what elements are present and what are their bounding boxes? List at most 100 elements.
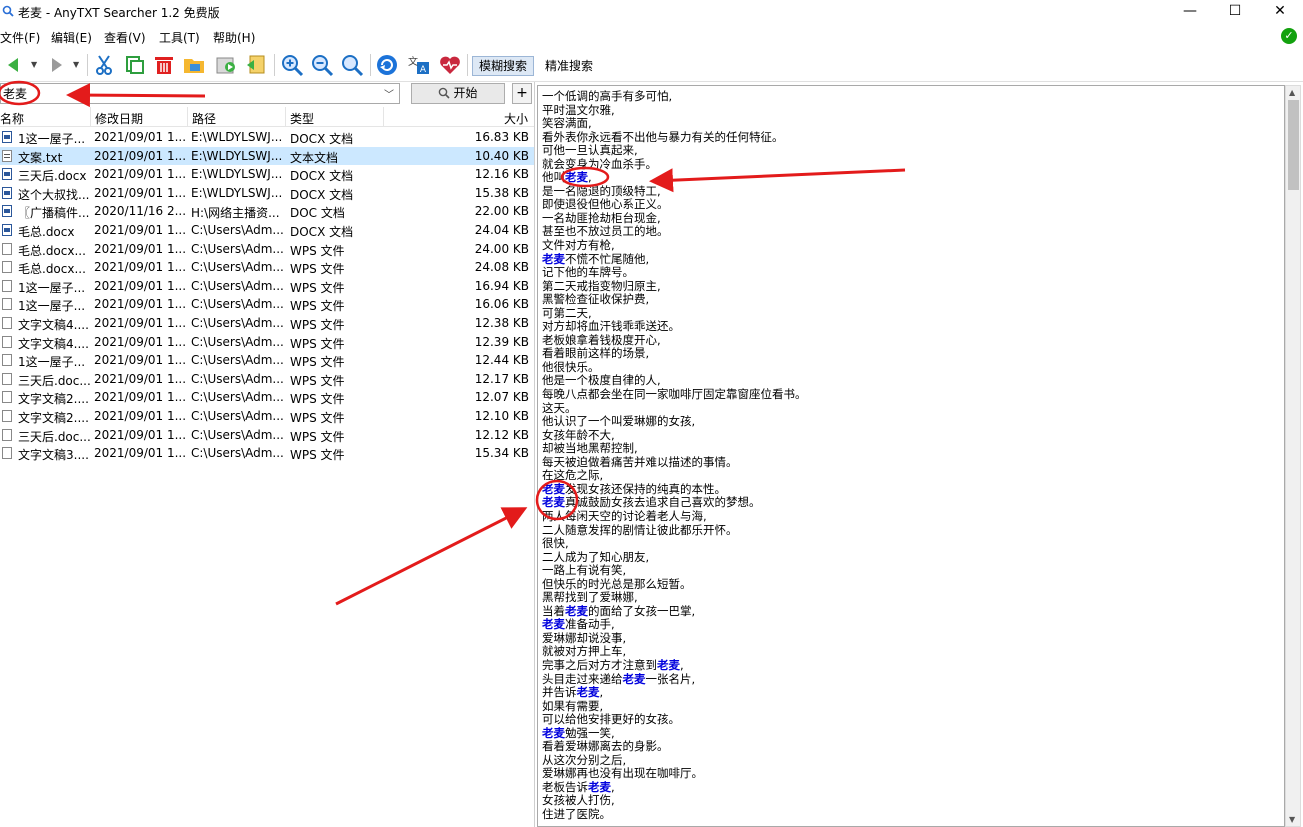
preview-line: 却被当地黑帮控制, [542, 441, 638, 456]
column-header-name[interactable]: 名称 [0, 110, 24, 127]
file-name: 〖广播稿件... [18, 206, 90, 221]
table-row[interactable]: 三天后.docx 2021/09/01 1... E:\WLDYLSWJ... DOC… [0, 165, 534, 184]
window-title: 老麦 - AnyTXT Searcher 1.2 免费版 [18, 6, 220, 20]
column-divider[interactable] [285, 107, 286, 127]
file-path: C:\Users\Adm... [191, 353, 283, 368]
preview-line: 就会变身为冷血杀手。 [542, 156, 657, 171]
preview-line: 每晚八点都会坐在同一家咖啡厅固定靠窗座位看书。 [542, 387, 807, 402]
search-input[interactable] [0, 83, 400, 104]
back-icon[interactable] [4, 53, 22, 77]
column-header-path[interactable]: 路径 [192, 110, 216, 127]
file-size: 22.00 KB [474, 204, 529, 219]
file-size: 12.39 KB [474, 334, 529, 349]
column-divider[interactable] [187, 107, 188, 127]
export-icon[interactable] [214, 53, 238, 77]
import-icon[interactable] [244, 53, 268, 77]
results-table: 名称 修改日期 路径 类型 大小 1这一屋子... 2021/09/01 1...… [0, 107, 534, 827]
table-row[interactable]: 1这一屋子... 2021/09/01 1... C:\Users\Adm... WP… [0, 295, 534, 314]
file-size: 12.07 KB [474, 390, 529, 405]
preview-line: 老板告诉老麦, [542, 779, 615, 794]
delete-icon[interactable] [152, 53, 176, 77]
forward-icon[interactable] [48, 53, 66, 77]
file-path: C:\Users\Adm... [191, 241, 283, 256]
exact-search-button[interactable]: 精准搜索 [538, 56, 600, 76]
file-type: WPS 文件 [290, 336, 345, 351]
minimize-button[interactable]: — [1167, 0, 1213, 24]
cut-icon[interactable] [92, 53, 116, 77]
table-row[interactable]: 1这一屋子... 2021/09/01 1... E:\WLDYLSWJ... DOC… [0, 128, 534, 147]
column-divider[interactable] [383, 107, 384, 127]
zoom-in-icon[interactable] [280, 53, 304, 77]
preview-line: 就被对方押上车, [542, 644, 627, 659]
file-name: 文字文稿2.... [18, 392, 89, 407]
heart-icon[interactable] [438, 53, 462, 77]
folder-icon[interactable] [182, 53, 206, 77]
file-path: C:\Users\Adm... [191, 427, 283, 442]
file-name: 毛总.docx... [18, 243, 86, 258]
preview-line: 完事之后对方才注意到老麦, [542, 657, 684, 672]
preview-scrollbar[interactable]: ▲ ▼ [1285, 85, 1301, 827]
menu-view[interactable]: 查看(V) [104, 29, 146, 46]
start-search-button[interactable]: 开始 [411, 83, 505, 104]
refresh-icon[interactable] [375, 53, 399, 77]
table-row[interactable]: 文字文稿4.... 2021/09/01 1... C:\Users\Adm... W… [0, 333, 534, 352]
menu-tools[interactable]: 工具(T) [159, 29, 200, 46]
table-row[interactable]: 〖广播稿件... 2020/11/16 2... H:\网络主播资... DOC 文档… [0, 202, 534, 221]
file-path: C:\Users\Adm... [191, 260, 283, 275]
zoom-reset-icon[interactable] [340, 53, 364, 77]
pane-splitter[interactable] [534, 82, 535, 827]
back-dropdown-icon[interactable]: ▼ [31, 60, 37, 69]
column-header-size[interactable]: 大小 [504, 110, 528, 127]
preview-pane[interactable]: 一个低调的高手有多可怕, 平时温文尔雅, 笑容满面, 看外表你永远看不出他与暴力有关的… [537, 85, 1285, 827]
file-modified-date: 2021/09/01 1... [94, 278, 187, 293]
file-name: 三天后.doc... [18, 373, 90, 388]
table-row[interactable]: 1这一屋子... 2021/09/01 1... C:\Users\Adm... WP… [0, 277, 534, 296]
preview-line: 住进了医院。 [542, 806, 611, 821]
table-row[interactable]: 毛总.docx 2021/09/01 1... C:\Users\Adm... DOC… [0, 221, 534, 240]
menu-edit[interactable]: 编辑(E) [51, 29, 92, 46]
maximize-button[interactable]: ☐ [1212, 0, 1258, 24]
table-row[interactable]: 毛总.docx... 2021/09/01 1... C:\Users\Adm...… [0, 258, 534, 277]
forward-dropdown-icon[interactable]: ▼ [73, 60, 79, 69]
table-row[interactable]: 三天后.doc... 2021/09/01 1... C:\Users\Adm...… [0, 370, 534, 389]
file-size: 10.40 KB [474, 148, 529, 163]
table-row[interactable]: 三天后.doc... 2021/09/01 1... C:\Users\Adm...… [0, 426, 534, 445]
zoom-out-icon[interactable] [310, 53, 334, 77]
close-button[interactable]: ✕ [1257, 0, 1303, 24]
fuzzy-search-button[interactable]: 模糊搜索 [472, 56, 535, 76]
search-history-dropdown-icon[interactable]: ﹀ [384, 86, 394, 101]
add-search-button[interactable]: + [512, 83, 532, 104]
file-path: C:\Users\Adm... [191, 297, 283, 312]
column-header-date[interactable]: 修改日期 [95, 110, 143, 127]
table-row[interactable]: 毛总.docx... 2021/09/01 1... C:\Users\Adm...… [0, 240, 534, 259]
preview-line: 从这次分别之后, [542, 752, 627, 767]
menu-file[interactable]: 文件(F) [0, 29, 40, 46]
file-modified-date: 2021/09/01 1... [94, 427, 187, 442]
table-row[interactable]: 1这一屋子... 2021/09/01 1... C:\Users\Adm... WP… [0, 351, 534, 370]
table-row[interactable]: 文字文稿3.... 2021/09/01 1... C:\Users\Adm... W… [0, 444, 534, 463]
file-modified-date: 2021/09/01 1... [94, 408, 187, 423]
column-divider[interactable] [90, 107, 91, 127]
table-row[interactable]: 文案.txt 2021/09/01 1... E:\WLDYLSWJ... 文本文档 1… [0, 146, 534, 166]
preview-line: 二人成为了知心朋友, [542, 549, 650, 564]
table-row[interactable]: 文字文稿4.... 2021/09/01 1... C:\Users\Adm... W… [0, 314, 534, 333]
file-name: 文案.txt [18, 150, 63, 165]
highlighted-keyword: 老麦 [542, 481, 565, 496]
copy-icon[interactable] [123, 53, 147, 77]
highlighted-keyword: 老麦 [565, 170, 588, 185]
file-icon [2, 391, 12, 404]
scroll-up-icon[interactable]: ▲ [1289, 88, 1295, 97]
table-row[interactable]: 文字文稿2.... 2021/09/01 1... C:\Users\Adm... W… [0, 407, 534, 426]
translate-icon[interactable]: A 文 [407, 53, 431, 77]
table-row[interactable]: 文字文稿2.... 2021/09/01 1... C:\Users\Adm... W… [0, 388, 534, 407]
preview-line: 甚至也不放过员工的地。 [542, 224, 669, 239]
file-modified-date: 2021/09/01 1... [94, 185, 187, 200]
file-icon [2, 409, 12, 422]
column-header-type[interactable]: 类型 [290, 110, 314, 127]
preview-line: 如果有需要, [542, 698, 604, 713]
table-row[interactable]: 这个大叔找... 2021/09/01 1... E:\WLDYLSWJ... DOC… [0, 184, 534, 203]
file-path: H:\网络主播资... [191, 206, 280, 221]
menu-help[interactable]: 帮助(H) [213, 29, 255, 46]
scroll-down-icon[interactable]: ▼ [1289, 815, 1295, 824]
scroll-thumb[interactable] [1288, 100, 1299, 190]
